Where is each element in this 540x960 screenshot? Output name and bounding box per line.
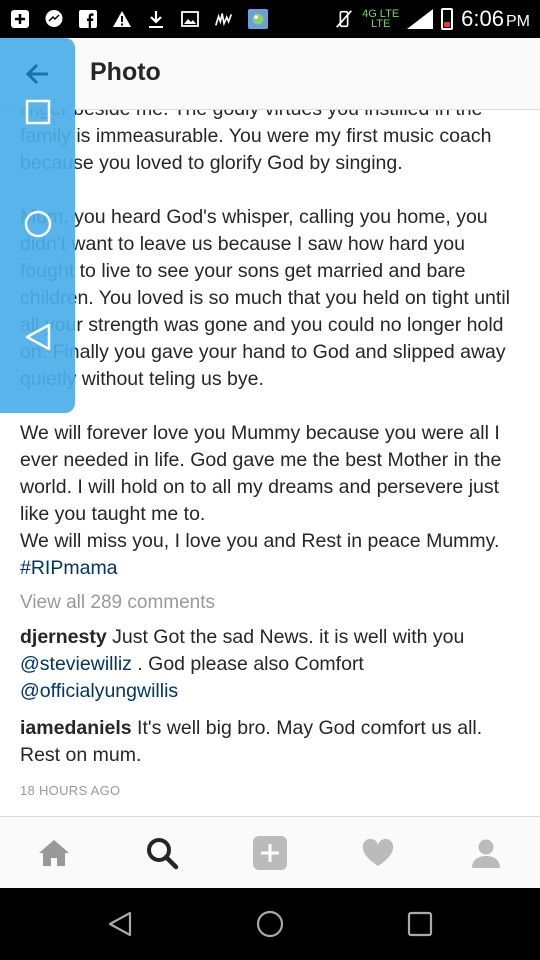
person-icon[interactable] (466, 833, 506, 873)
search-icon[interactable] (142, 833, 182, 873)
recents-icon[interactable] (402, 906, 438, 942)
back-icon[interactable] (102, 906, 138, 942)
hashtag-link[interactable]: #RIPmama (20, 557, 118, 579)
mention-link[interactable]: @steviewilliz (20, 653, 132, 675)
facebook-icon (78, 9, 98, 29)
comment-text: Just Got the sad News. it is well with y… (106, 626, 465, 648)
page-title: Photo (90, 58, 161, 86)
caption-paragraph: We will forever love you Mummy because y… (20, 422, 502, 525)
home-circle-icon[interactable] (22, 208, 54, 240)
mention-link[interactable]: @officialyungwillis (20, 680, 178, 702)
caption-paragraph: We will miss you, I love you and Rest in… (20, 528, 520, 582)
vibrate-off-icon (334, 9, 354, 29)
system-nav-bar (0, 888, 540, 960)
bottom-tab-bar (0, 816, 540, 888)
clock: 6:06 PM (461, 6, 530, 31)
game-app-icon (248, 9, 268, 29)
arrow-left-icon[interactable] (22, 58, 54, 90)
download-icon (146, 9, 166, 29)
image-icon (180, 9, 200, 29)
network-indicator: 4G LTE LTE (362, 8, 400, 30)
heart-icon[interactable] (358, 833, 398, 873)
home-icon[interactable] (34, 833, 74, 873)
comment-username[interactable]: iamedaniels (20, 717, 132, 739)
comment-username[interactable]: djernesty (20, 626, 107, 648)
warning-icon (112, 9, 132, 29)
comment-item: djernesty Just Got the sad News. it is w… (20, 624, 520, 705)
comment-item: iamedaniels It's well big bro. May God c… (20, 715, 520, 769)
top-header: Photo (0, 38, 540, 110)
recents-square-icon[interactable] (22, 96, 54, 128)
back-triangle-icon[interactable] (22, 321, 54, 353)
caption-text: We will miss you, I love you and Rest in… (20, 530, 500, 552)
add-notification-icon (10, 9, 30, 29)
view-all-comments-link[interactable]: View all 289 comments (20, 592, 520, 614)
home-button-icon[interactable] (252, 906, 288, 942)
signal-icon (407, 9, 434, 29)
battery-icon (441, 8, 454, 30)
app-icon (214, 9, 234, 29)
comment-text: . God please also Comfort (131, 653, 364, 675)
caption-paragraph: Mum, you heard God's whisper, calling yo… (20, 206, 510, 390)
post-timestamp: 18 HOURS AGO (20, 783, 121, 798)
messenger-icon (44, 9, 64, 29)
post-content: linger beside me. The godly virtues you … (0, 96, 540, 816)
plus-box-icon[interactable] (250, 833, 290, 873)
floating-nav-overlay[interactable] (0, 38, 75, 413)
status-bar: 4G LTE LTE 6:06 PM (0, 0, 540, 38)
